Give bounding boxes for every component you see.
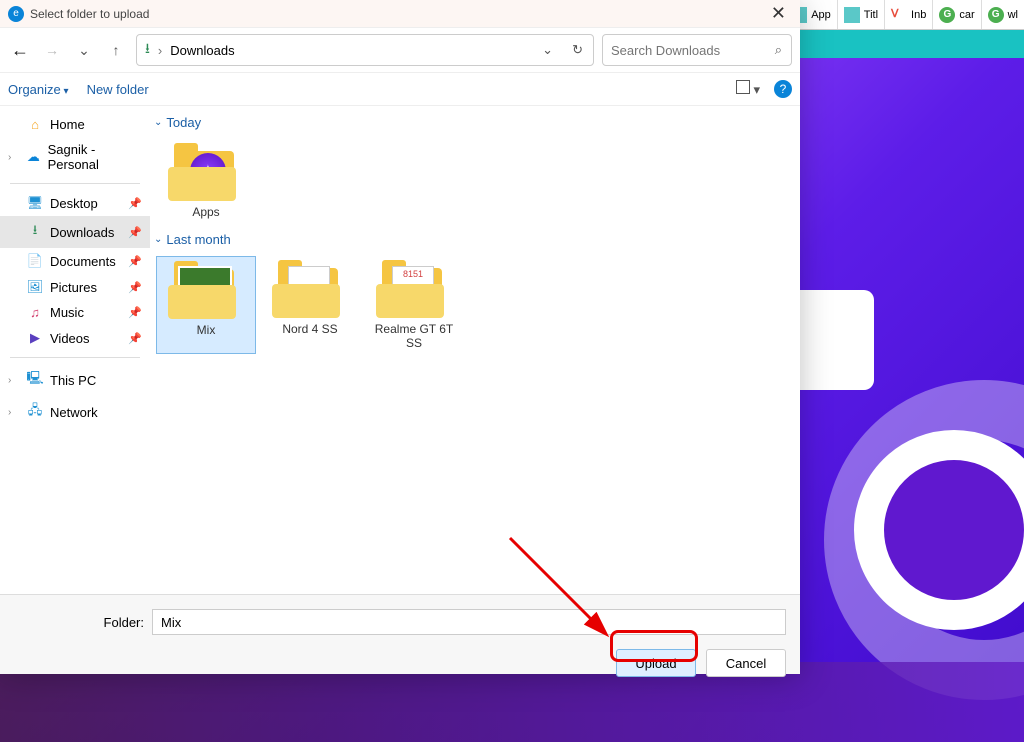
back-button[interactable]: ← <box>8 38 32 62</box>
chevron-down-icon: ⌄ <box>154 234 162 245</box>
address-bar[interactable]: ⭳ › Downloads ⌄ ↻ <box>136 34 594 66</box>
pin-icon: 📌 <box>128 255 142 268</box>
folder-icon <box>272 260 348 318</box>
folder-label: Folder: <box>14 615 144 630</box>
browser-tab[interactable]: ᐯInb <box>884 0 932 29</box>
sidebar-item-personal[interactable]: ›☁ Sagnik - Personal <box>0 137 150 177</box>
sidebar-item-videos[interactable]: ▶ Videos📌 <box>0 325 150 351</box>
dialog-title: Select folder to upload <box>30 7 149 21</box>
current-path: Downloads <box>170 43 234 58</box>
search-icon[interactable]: ⌕ <box>775 42 782 58</box>
folder-item-nord4ss[interactable]: Nord 4 SS <box>260 256 360 354</box>
dialog-footer: Folder: Upload Cancel <box>0 594 800 674</box>
folder-upload-dialog: e Select folder to upload ✕ ← → ⌄ ↑ ⭳ › … <box>0 0 800 674</box>
upload-button[interactable]: Upload <box>616 649 696 677</box>
browser-tab[interactable]: Gwl <box>981 0 1024 29</box>
browser-tab[interactable]: Gcar <box>932 0 980 29</box>
file-list: ⌄ Today ✦ Apps ⌄ Last month <box>150 106 800 594</box>
folder-icon: ✦ <box>168 143 244 201</box>
history-dropdown[interactable]: ⌄ <box>72 38 96 62</box>
documents-icon: 📄 <box>26 253 44 269</box>
folder-item-apps[interactable]: ✦ Apps <box>156 139 256 223</box>
up-button[interactable]: ↑ <box>104 38 128 62</box>
onedrive-icon: ☁ <box>25 149 42 165</box>
downloads-icon: ⭳ <box>26 221 44 243</box>
music-icon: ♫ <box>26 305 44 320</box>
help-button[interactable]: ? <box>774 80 792 98</box>
home-icon: ⌂ <box>26 117 44 132</box>
group-heading-last-month[interactable]: ⌄ Last month <box>154 229 796 250</box>
group-heading-today[interactable]: ⌄ Today <box>154 112 796 133</box>
new-folder-button[interactable]: New folder <box>87 82 149 97</box>
sidebar-item-music[interactable]: ♫ Music📌 <box>0 300 150 325</box>
nav-row: ← → ⌄ ↑ ⭳ › Downloads ⌄ ↻ ⌕ <box>0 28 800 72</box>
path-dropdown-icon[interactable]: ⌄ <box>542 42 553 58</box>
pc-icon: 🖳 <box>26 369 44 391</box>
folder-item-mix[interactable]: Mix <box>156 256 256 354</box>
toolbar: Organize New folder ▾ ? <box>0 72 800 106</box>
videos-icon: ▶ <box>26 330 44 346</box>
cancel-button[interactable]: Cancel <box>706 649 786 677</box>
folder-icon <box>168 261 244 319</box>
pin-icon: 📌 <box>128 226 142 239</box>
search-input[interactable] <box>602 34 792 66</box>
sidebar-item-network[interactable]: ›🖧 Network <box>0 396 150 428</box>
network-icon: 🖧 <box>26 401 44 423</box>
sidebar: ⌂ Home ›☁ Sagnik - Personal 🖥 Desktop📌 ⭳… <box>0 106 150 594</box>
sidebar-item-home[interactable]: ⌂ Home <box>0 112 150 137</box>
folder-icon: 8151 <box>376 260 452 318</box>
sidebar-item-this-pc[interactable]: ›🖳 This PC <box>0 364 150 396</box>
folder-name-input[interactable] <box>152 609 786 635</box>
view-options[interactable]: ▾ <box>736 80 760 98</box>
pictures-icon: 🖼 <box>26 279 44 295</box>
close-button[interactable]: ✕ <box>765 3 792 24</box>
refresh-button[interactable]: ↻ <box>572 42 583 58</box>
pin-icon: 📌 <box>128 306 142 319</box>
pin-icon: 📌 <box>128 197 142 210</box>
sidebar-item-documents[interactable]: 📄 Documents📌 <box>0 248 150 274</box>
desktop-icon: 🖥 <box>26 195 44 211</box>
organize-menu[interactable]: Organize <box>8 82 69 97</box>
folder-item-realme[interactable]: 8151 Realme GT 6T SS <box>364 256 464 354</box>
downloads-icon: ⭳ <box>145 38 150 62</box>
sidebar-item-downloads[interactable]: ⭳ Downloads📌 <box>0 216 150 248</box>
sidebar-item-pictures[interactable]: 🖼 Pictures📌 <box>0 274 150 300</box>
browser-tab[interactable]: Titl <box>837 0 884 29</box>
dialog-titlebar: e Select folder to upload ✕ <box>0 0 800 28</box>
sidebar-item-desktop[interactable]: 🖥 Desktop📌 <box>0 190 150 216</box>
forward-button[interactable]: → <box>40 38 64 62</box>
pin-icon: 📌 <box>128 281 142 294</box>
chevron-down-icon: ⌄ <box>154 117 162 128</box>
path-separator-icon: › <box>158 43 162 58</box>
pin-icon: 📌 <box>128 332 142 345</box>
edge-icon: e <box>8 6 24 22</box>
